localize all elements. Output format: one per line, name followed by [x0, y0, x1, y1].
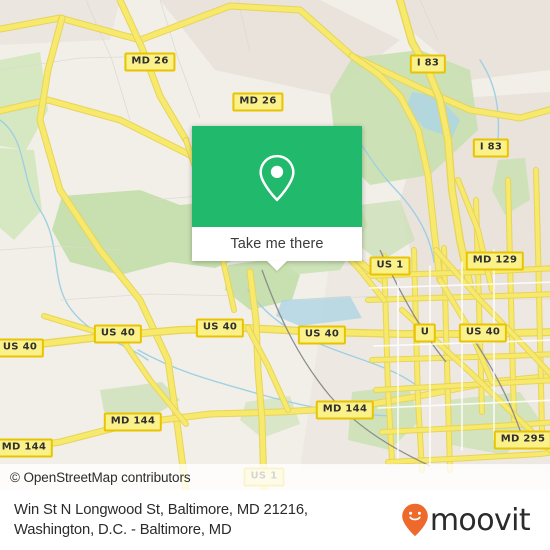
road-shield: U: [413, 323, 437, 343]
footer-bar: Win St N Longwood St, Baltimore, MD 2121…: [0, 490, 550, 550]
road-shield: MD 144: [103, 412, 163, 432]
address-line-1: Win St N Longwood St, Baltimore, MD 2121…: [14, 502, 308, 518]
location-pin-icon: [259, 154, 295, 201]
road-shield: I 83: [472, 138, 510, 158]
address-block: Win St N Longwood St, Baltimore, MD 2121…: [14, 500, 308, 540]
road-shield: US 40: [195, 318, 245, 338]
card-header: [192, 126, 362, 227]
location-callout-card[interactable]: Take me there: [192, 126, 362, 271]
callout-pointer: [267, 261, 287, 271]
road-shield: US 40: [458, 323, 508, 343]
road-shield: I 83: [409, 54, 447, 74]
take-me-there-button[interactable]: Take me there: [192, 227, 362, 261]
address-line-2: Washington, D.C. - Baltimore, MD: [14, 522, 232, 538]
road-shield: US 1: [369, 256, 411, 276]
take-me-there-label: Take me there: [230, 236, 324, 252]
moovit-smiley-pin-icon: [402, 503, 428, 537]
map-attribution: © OpenStreetMap contributors: [0, 464, 550, 490]
moovit-logo[interactable]: moovit: [401, 503, 536, 537]
road-shield: MD 295: [493, 430, 550, 450]
moovit-map-screenshot: .bg { fill:#F2EFE9; } .urb { fill:#E9E3D…: [0, 0, 550, 550]
road-shield: MD 144: [315, 400, 375, 420]
attribution-text: © OpenStreetMap contributors: [10, 469, 191, 485]
moovit-wordmark: moovit: [429, 503, 531, 538]
road-shield: US 40: [297, 325, 347, 345]
road-shield: US 40: [93, 324, 143, 344]
map-canvas[interactable]: .bg { fill:#F2EFE9; } .urb { fill:#E9E3D…: [0, 0, 550, 490]
road-shield: MD 129: [465, 251, 525, 271]
road-shield: MD 144: [0, 438, 54, 458]
road-shield: MD 26: [232, 92, 284, 112]
road-shield: US 40: [0, 338, 45, 358]
road-shield: MD 26: [124, 52, 176, 72]
